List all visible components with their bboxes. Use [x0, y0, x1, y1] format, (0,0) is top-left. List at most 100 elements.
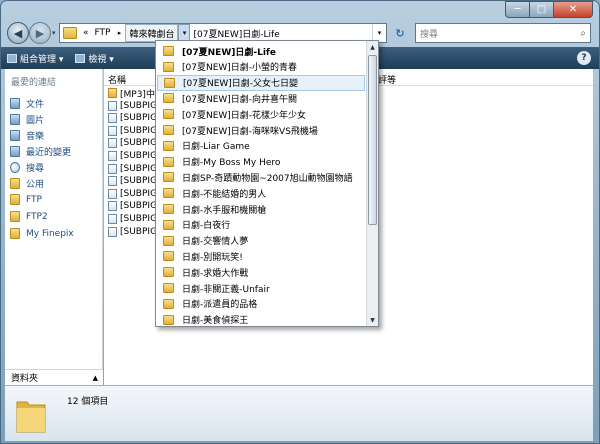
sidebar-item-ftp[interactable]: FTP — [10, 194, 42, 205]
file-name: [SUBPIG — [120, 176, 158, 187]
column-header-rating[interactable]: 評等 — [378, 73, 396, 86]
menu-scrollbar[interactable]: ▲ ▼ — [366, 41, 378, 326]
list-item[interactable]: [SUBPIG — [108, 100, 157, 112]
menu-item[interactable]: 日劇-不能結婚的男人 — [157, 185, 365, 201]
folders-toggle[interactable]: 資料夾 ▲ — [5, 369, 103, 385]
list-item[interactable]: [SUBPIG — [108, 200, 157, 212]
folder-icon — [16, 401, 46, 433]
folder-icon — [10, 211, 20, 222]
sidebar-item-ftp2[interactable]: FTP2 — [10, 211, 48, 222]
folder-icon — [10, 228, 20, 239]
menu-item-label: 日劇-求婚大作戰 — [182, 268, 249, 279]
recent-pages-dropdown[interactable]: ▾ — [52, 29, 56, 37]
menu-item[interactable]: [07夏NEW]日劇-花樣少年少女 — [157, 106, 365, 122]
sidebar-item-public[interactable]: 公用 — [10, 177, 44, 190]
sidebar-item-pictures[interactable]: 圖片 — [10, 113, 44, 126]
organize-button[interactable]: 組合管理 ▾ — [7, 52, 63, 65]
sidebar-item-recent[interactable]: 最近的變更 — [10, 145, 71, 158]
file-name: [SUBPIG — [120, 188, 158, 199]
views-button[interactable]: 檢視 ▾ — [75, 52, 114, 65]
search-input[interactable]: 搜尋 ⌕ — [415, 23, 591, 43]
back-button[interactable]: ◀ — [7, 22, 29, 44]
folder-icon — [163, 125, 174, 135]
list-item[interactable]: [SUBPIG — [108, 175, 157, 187]
close-button[interactable]: ✕ — [553, 1, 593, 18]
list-item[interactable]: [SUBPIG — [108, 112, 157, 124]
menu-item[interactable]: 日劇-求婚大作戰 — [157, 264, 365, 280]
menu-item[interactable]: 日劇SP-奇蹟動物園~2007旭山動物園物語 — [157, 169, 365, 185]
list-item[interactable]: [SUBPIG — [108, 226, 157, 238]
sidebar-item-music[interactable]: 音樂 — [10, 129, 44, 142]
file-icon — [108, 176, 117, 187]
breadcrumb-overflow[interactable]: « — [80, 24, 92, 42]
list-item[interactable]: [SUBPIG — [108, 125, 157, 137]
list-item[interactable]: [SUBPIG — [108, 137, 157, 149]
maximize-button[interactable]: □ — [529, 1, 553, 18]
folder-icon — [164, 77, 175, 88]
favorite-links-heading: 最愛的連結 — [11, 78, 57, 88]
file-name: [SUBPIG — [120, 138, 158, 149]
file-icon — [108, 125, 117, 136]
forward-button[interactable]: ▶ — [29, 22, 51, 44]
minimize-button[interactable]: ─ — [505, 1, 529, 18]
menu-item[interactable]: [07夏NEW]日劇-父女七日變 — [157, 74, 365, 91]
folder-icon — [163, 283, 174, 293]
folder-icon — [10, 194, 20, 205]
menu-item[interactable]: 日劇-別開玩笑! — [157, 248, 365, 264]
scrollbar-thumb[interactable] — [368, 55, 377, 225]
folder-icon — [108, 88, 117, 98]
menu-item-label: 日劇-水手服和機關槍 — [182, 205, 267, 216]
menu-item-label: 日劇SP-奇蹟動物園~2007旭山動物園物語 — [182, 173, 353, 184]
folder-icon — [163, 140, 174, 151]
menu-item[interactable]: 日劇-非關正義-Unfair — [157, 280, 365, 296]
menu-item[interactable]: 日劇-交響情人夢 — [157, 233, 365, 249]
folder-icon — [163, 109, 174, 120]
menu-item[interactable]: 日劇-白夜行 — [157, 217, 365, 233]
organize-icon — [7, 53, 17, 63]
file-name: [SUBPIG — [120, 201, 158, 212]
menu-item[interactable]: [07夏NEW]日劇-小螢的青春 — [157, 59, 365, 75]
file-icon — [108, 138, 117, 149]
menu-item[interactable]: 日劇-My Boss My Hero — [157, 154, 365, 170]
organize-label: 組合管理 ▾ — [20, 54, 64, 65]
list-item[interactable]: [MP3]中 — [108, 87, 155, 100]
list-item[interactable]: [SUBPIG — [108, 213, 157, 225]
documents-icon — [10, 98, 20, 109]
menu-item[interactable]: 日劇-派遣員的品格 — [157, 296, 365, 312]
menu-item[interactable]: [07夏NEW]日劇-Life — [157, 43, 365, 59]
menu-item-label: [07夏NEW]日劇-Life — [182, 47, 276, 58]
list-item[interactable]: [SUBPIG — [108, 163, 157, 175]
menu-item-label: 日劇-派遣員的品格 — [182, 300, 258, 311]
menu-item[interactable]: [07夏NEW]日劇-海咪咪VS飛機場 — [157, 122, 365, 138]
scroll-down-arrow[interactable]: ▼ — [367, 314, 378, 326]
list-item[interactable]: [SUBPIG — [108, 150, 157, 162]
sidebar-item-documents[interactable]: 文件 — [10, 97, 44, 110]
file-icon — [108, 188, 117, 199]
views-icon — [75, 53, 86, 63]
breadcrumb-ftp[interactable]: FTP — [92, 24, 114, 42]
menu-item[interactable]: 日劇-Liar Game — [157, 138, 365, 154]
search-icon[interactable]: ⌕ — [580, 28, 586, 39]
file-icon — [108, 201, 117, 212]
menu-item-label: 日劇-Liar Game — [182, 142, 250, 153]
refresh-button[interactable]: ↻ — [389, 24, 411, 42]
sidebar-item-search[interactable]: 搜尋 — [10, 161, 44, 174]
file-icon — [108, 163, 117, 174]
folder-icon — [163, 93, 174, 104]
menu-item[interactable]: 日劇-水手服和機關槍 — [157, 201, 365, 217]
menu-item[interactable]: [07夏NEW]日劇-向井喜午關 — [157, 90, 365, 106]
menu-item-label: 日劇-不能結婚的男人 — [182, 189, 267, 200]
sidebar-item-label: 公用 — [26, 180, 45, 190]
breadcrumb-separator[interactable]: ▸ — [113, 24, 125, 42]
file-name: [SUBPIG — [120, 226, 158, 237]
menu-item-label: 日劇-交響情人夢 — [182, 237, 249, 248]
folder-icon — [63, 27, 77, 39]
sidebar-item-label: 最近的變更 — [26, 148, 72, 158]
menu-item[interactable]: 日劇-美食偵探王 — [157, 312, 365, 326]
help-button[interactable]: ? — [577, 51, 591, 65]
list-item[interactable]: [SUBPIG — [108, 188, 157, 200]
column-header-name[interactable]: 名稱 — [108, 73, 126, 86]
sidebar-item-my-finepix[interactable]: My Finepix — [10, 228, 74, 239]
scroll-up-arrow[interactable]: ▲ — [367, 41, 378, 53]
file-name: [SUBPIG — [120, 100, 158, 111]
